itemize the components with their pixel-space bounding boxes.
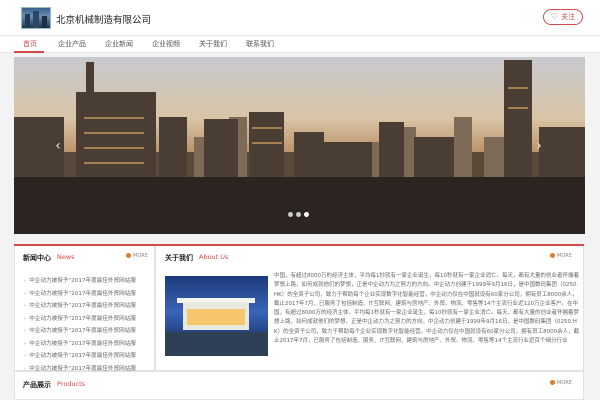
news-item[interactable]: › 中企动力被授予“2017年度最佳外贸网站服 (24, 276, 164, 289)
news-item[interactable]: › 中企动力被授予“2017年度最佳外贸网站服 (24, 289, 164, 302)
site-header: 北京机械制造有限公司 ♡ 关注 (0, 0, 600, 35)
news-item[interactable]: › 中企动力被授予“2017年度最佳外贸网站服 (24, 339, 164, 352)
bullet-arrow-icon: › (24, 315, 27, 322)
products-panel: 产品展示 Products MORE (14, 371, 584, 400)
nav-item-contact[interactable]: 联系我们 (246, 36, 274, 53)
city-skyline-image (14, 60, 585, 234)
news-item[interactable]: › 中企动力被授予“2017年度最佳外贸网站服 (24, 351, 164, 364)
banner-next-arrow-icon[interactable]: › (533, 137, 545, 155)
hero-banner[interactable]: ‹ › (14, 57, 585, 234)
more-dot-icon (550, 253, 555, 258)
bullet-arrow-icon: › (24, 328, 27, 334)
nav-item-about[interactable]: 关于我们 (199, 36, 227, 53)
nav-item-videos[interactable]: 企业视频 (152, 36, 180, 53)
news-item[interactable]: › 中企动力被授予“2017年度最佳外贸网站服 (24, 301, 164, 314)
news-item[interactable]: › 中企动力被授予“2017年度最佳外贸网站服 (24, 326, 164, 339)
banner-dot-3[interactable] (304, 212, 309, 217)
products-title-en: Products (57, 380, 86, 388)
products-more-link[interactable]: MORE (550, 380, 572, 386)
company-logo[interactable] (21, 7, 51, 29)
main-nav: 首页 企业产品 企业新闻 企业视频 关于我们 联系我们 (0, 35, 600, 53)
banner-dot-1[interactable] (288, 212, 293, 217)
bullet-arrow-icon: › (24, 303, 27, 309)
follow-button[interactable]: ♡ 关注 (543, 9, 583, 25)
bullet-arrow-icon: › (24, 278, 27, 284)
about-panel-accent-line (155, 244, 584, 246)
news-panel: 新闻中心 News MORE › 中企动力被授予“2017年度最佳外贸网站服 › 中… (14, 244, 155, 372)
company-name[interactable]: 北京机械制造有限公司 (56, 12, 151, 26)
nav-active-indicator (14, 51, 44, 53)
news-item[interactable]: › 中企动力被授予“2017年度最佳外贸网站服 (24, 314, 164, 327)
about-panel: 关于我们 About Us MORE 中国，有超过8000万的经济主体，平均每1… (155, 244, 584, 371)
heart-icon: ♡ (550, 12, 559, 21)
news-panel-accent-line (14, 244, 155, 246)
more-dot-icon (550, 380, 555, 385)
follow-label: 关注 (561, 13, 576, 21)
news-title-en: News (57, 253, 75, 261)
products-title: 产品展示 (23, 381, 51, 389)
about-text: 中国，有超过8000万的经济主体，平均每1秒就有一家企业诞生，每10秒就有一家企… (274, 273, 580, 345)
news-more-link[interactable]: MORE (126, 253, 148, 259)
banner-dot-2[interactable] (296, 212, 301, 217)
nav-item-products[interactable]: 企业产品 (58, 36, 86, 53)
news-more-label: MORE (133, 253, 148, 259)
bullet-arrow-icon: › (24, 340, 27, 347)
about-more-link[interactable]: MORE (550, 253, 572, 259)
news-list: › 中企动力被授予“2017年度最佳外贸网站服 › 中企动力被授予“2017年度最佳… (24, 276, 164, 376)
bullet-arrow-icon: › (24, 290, 27, 297)
news-title: 新闻中心 (23, 254, 51, 262)
about-more-label: MORE (557, 253, 572, 259)
about-title-en: About Us (199, 253, 229, 261)
about-title: 关于我们 (165, 254, 193, 262)
about-image[interactable] (165, 276, 268, 356)
banner-prev-arrow-icon[interactable]: ‹ (52, 137, 64, 155)
bullet-arrow-icon: › (24, 353, 27, 359)
nav-item-news[interactable]: 企业新闻 (105, 36, 133, 53)
more-dot-icon (126, 253, 131, 258)
products-more-label: MORE (557, 380, 572, 386)
